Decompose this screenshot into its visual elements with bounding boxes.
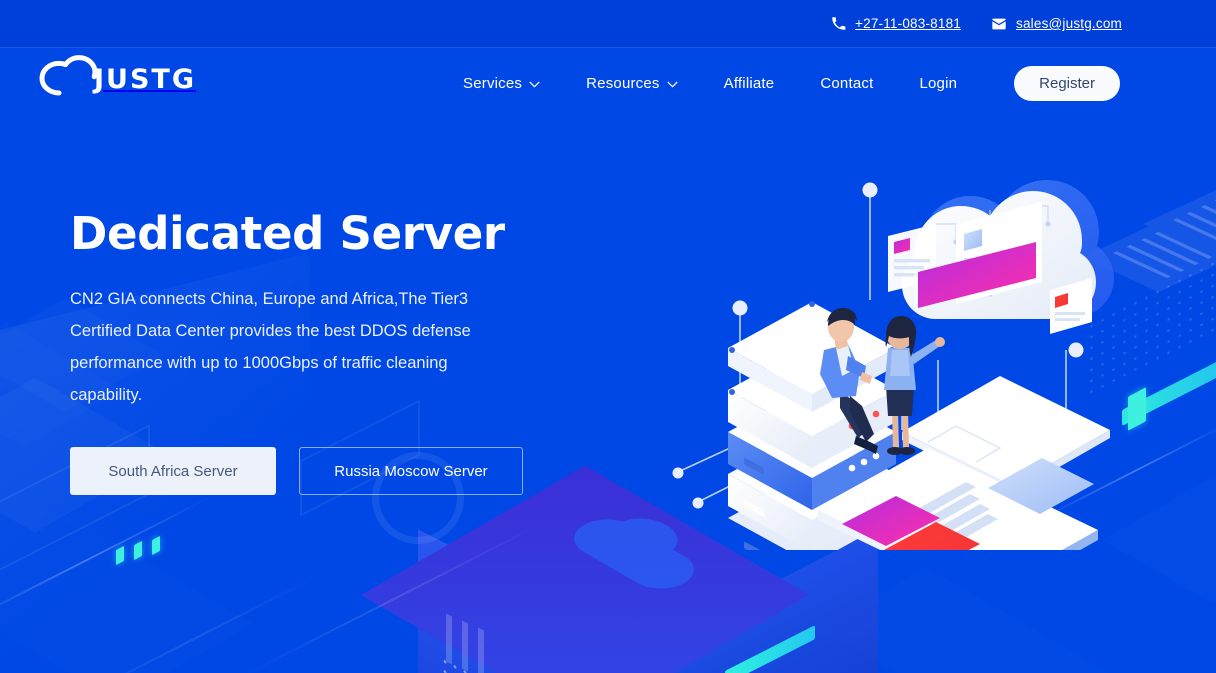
brand-name: JUSTG	[94, 64, 196, 95]
main-navigation: JUSTG Services Resources Affiliate Conta…	[0, 48, 1216, 118]
bg-server-face-left	[418, 529, 648, 673]
bg-led-left-1	[116, 545, 124, 566]
bg-streak-1	[240, 523, 540, 673]
topbar-phone[interactable]: +27-11-083-8181	[831, 16, 961, 31]
bg-iso-sheet-left-3	[0, 489, 254, 673]
register-button[interactable]: Register	[1014, 65, 1121, 101]
top-utility-bar: +27-11-083-8181 sales@justg.com	[0, 0, 1216, 48]
nav-item-affiliate-label: Affiliate	[723, 74, 775, 92]
hero-illustration	[670, 180, 1140, 602]
hero-description: CN2 GIA connects China, Europe and Afric…	[70, 290, 471, 405]
bg-iso-sheet-bottomright	[819, 567, 1142, 673]
nav-item-contact-label: Contact	[820, 74, 874, 92]
hero-cta-group: South Africa Server Russia Moscow Server	[70, 447, 540, 496]
phone-icon	[831, 16, 846, 31]
nav-item-services[interactable]: Services	[440, 75, 563, 92]
topbar-phone-value: +27-11-083-8181	[855, 16, 961, 31]
bg-server-vent-1	[446, 613, 452, 665]
page-title: Dedicated Server	[70, 207, 505, 260]
nav-item-services-label: Services	[463, 74, 523, 92]
bg-iso-doc-2	[1143, 180, 1216, 260]
cloud-logo-icon	[38, 55, 100, 104]
nav-item-contact[interactable]: Contact	[797, 75, 896, 92]
nav-link-list: Services Resources Affiliate Contact Log…	[440, 48, 1121, 118]
brand-logo[interactable]: JUSTG	[38, 55, 196, 104]
russia-moscow-server-button[interactable]: Russia Moscow Server	[299, 447, 523, 496]
bg-streak-2	[60, 573, 320, 673]
nav-item-resources-label: Resources	[586, 74, 660, 92]
bg-server-vent-3	[478, 627, 484, 673]
nav-item-login-label: Login	[919, 74, 958, 92]
nav-item-affiliate[interactable]: Affiliate	[701, 75, 798, 92]
bg-led-left-3	[152, 535, 160, 556]
bg-led-left-2	[134, 540, 142, 561]
chevron-down-icon	[529, 75, 540, 92]
bg-hline-left	[0, 496, 210, 626]
envelope-icon	[991, 16, 1007, 32]
topbar-email[interactable]: sales@justg.com	[991, 16, 1122, 32]
bg-server-face-right	[648, 529, 878, 673]
topbar-email-value: sales@justg.com	[1016, 16, 1122, 31]
bg-server-led-stripe-1	[725, 625, 815, 673]
page-root: +27-11-083-8181 sales@justg.com JUSTG Se…	[0, 0, 1216, 673]
chevron-down-icon	[667, 75, 678, 92]
nav-item-login[interactable]: Login	[896, 75, 980, 92]
south-africa-server-button[interactable]: South Africa Server	[70, 447, 276, 496]
bg-server-dot-grid	[440, 654, 600, 673]
bg-server-vent-2	[462, 620, 468, 672]
hero-section: Dedicated Server CN2 GIA connects China,…	[70, 207, 540, 496]
nav-item-resources[interactable]: Resources	[563, 75, 701, 92]
